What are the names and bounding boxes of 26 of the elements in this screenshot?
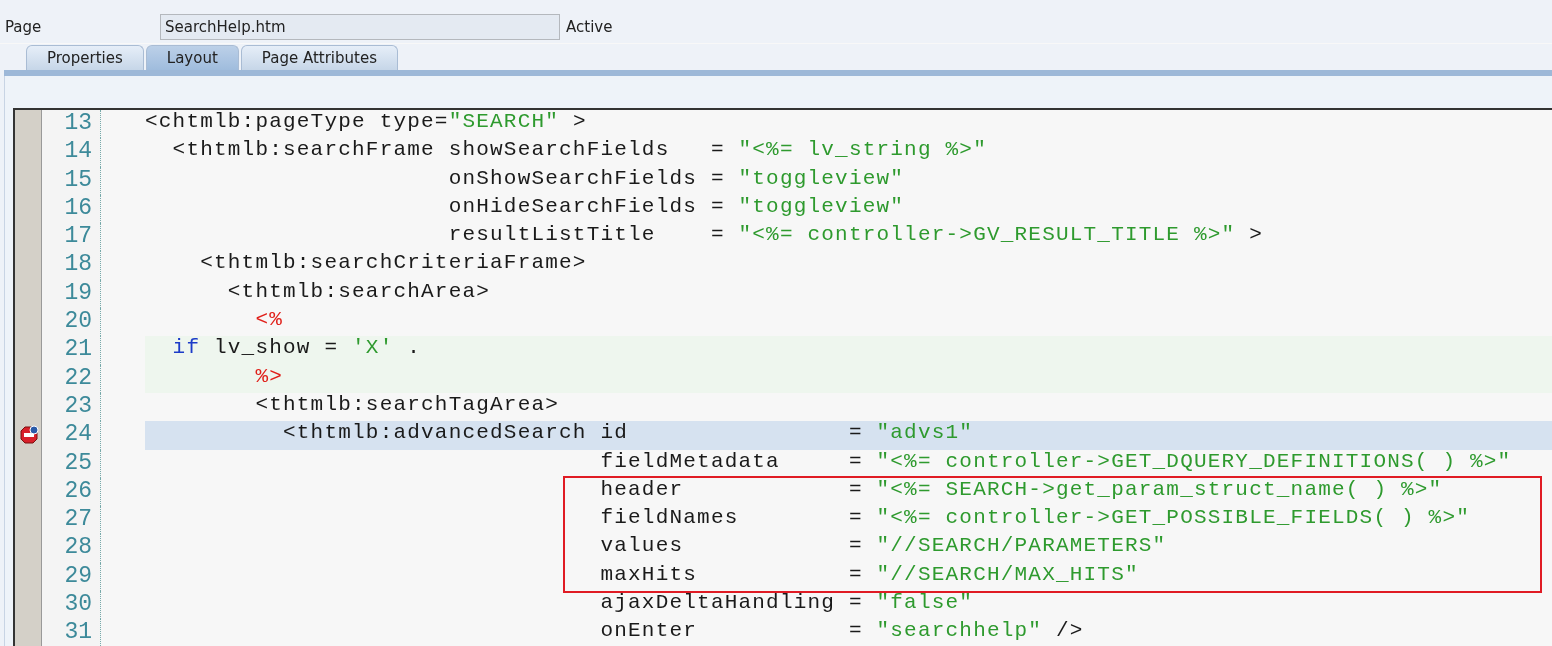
tab[interactable]: Page Attributes <box>240 45 398 70</box>
code-line: onEnter = "searchhelp" /> <box>599 619 1084 643</box>
code-line: if lv_show = 'X' . <box>171 336 422 360</box>
code-line: <thtmlb:searchCriteriaFrame> <box>199 251 587 275</box>
code-line: header = "<%= SEARCH->get_param_struct_name( ) %>" <box>599 477 1443 501</box>
code-line: <thtmlb:searchFrame showSearchFields = "<%= lv_string %>" <box>171 138 987 162</box>
code-line: fieldMetadata = "<%= controller->GET_DQUERY_DEFINITIONS( ) %>" <box>599 449 1512 473</box>
page-label: Page <box>5 17 43 36</box>
code-line: <% <box>254 308 284 332</box>
tab[interactable]: Layout <box>145 45 239 70</box>
code-line: resultListTitle = "<%= controller->GV_RESULT_TITLE %>" > <box>447 223 1263 247</box>
code-line: maxHits = "//SEARCH/MAX_HITS" <box>599 562 1139 586</box>
code-line: <thtmlb:searchTagArea> <box>254 392 560 416</box>
code-line: onShowSearchFields = "toggleview" <box>447 166 905 190</box>
code-line: <chtmlb:pageType type="SEARCH" > <box>145 110 587 133</box>
tab[interactable]: Properties <box>26 45 144 70</box>
code-line: %> <box>254 364 284 388</box>
code-line: <thtmlb:advancedSearch id = "advs1" <box>282 421 974 445</box>
code-line: values = "//SEARCH/PARAMETERS" <box>599 534 1167 558</box>
breakpoint-icon[interactable] <box>18 425 39 446</box>
code-line: ajaxDeltaHandling = "false" <box>599 591 974 615</box>
code-line: onHideSearchFields = "toggleview" <box>447 194 905 218</box>
code-line: fieldNames = "<%= controller->GET_POSSIBLE_FIELDS( ) %>" <box>599 506 1470 530</box>
status-text: Active <box>566 17 613 36</box>
code-line: <thtmlb:searchArea> <box>226 279 491 303</box>
page-name-field[interactable]: SearchHelp.htm <box>160 13 560 40</box>
